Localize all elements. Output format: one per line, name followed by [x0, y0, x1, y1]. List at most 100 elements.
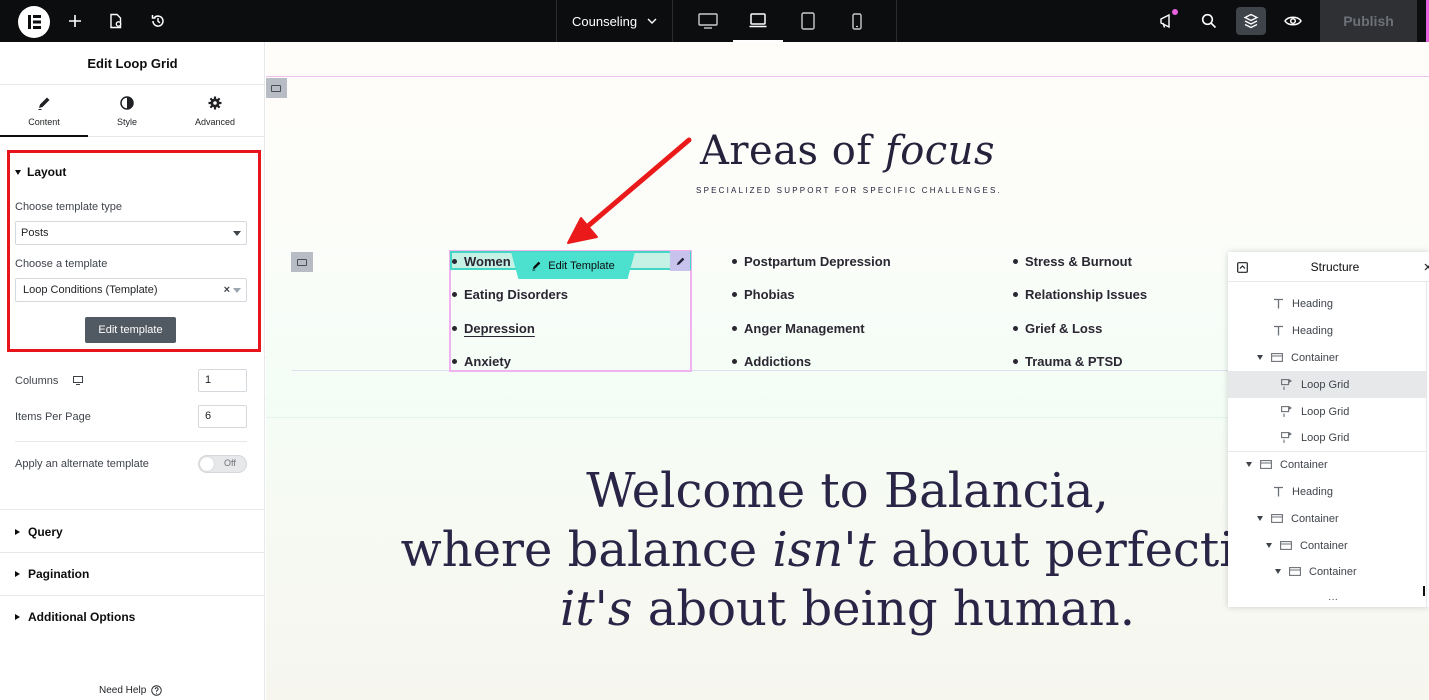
template-value: Loop Conditions (Template)	[23, 284, 158, 296]
more-items-icon: ···	[1328, 594, 1338, 605]
publish-options-edge	[1418, 0, 1429, 42]
query-heading: Query	[28, 525, 63, 539]
container-icon	[1280, 540, 1292, 552]
publish-button[interactable]: Publish	[1320, 0, 1417, 42]
clear-selection-icon[interactable]: ×	[224, 279, 230, 301]
structure-scroll-edge	[1426, 282, 1427, 607]
divider	[0, 509, 265, 510]
laptop-view-icon[interactable]	[733, 0, 783, 42]
notification-dot	[1172, 9, 1178, 15]
help-circle-icon	[151, 685, 162, 696]
structure-item-container[interactable]: Container	[1228, 558, 1426, 585]
tab-style[interactable]: Style	[83, 85, 171, 137]
tab-content-label: Content	[28, 117, 60, 127]
responsive-desktop-icon[interactable]	[73, 376, 84, 385]
divider	[0, 595, 265, 596]
heading-icon	[1272, 298, 1284, 310]
top-bar: Counseling Publish	[0, 0, 1429, 42]
template-type-label: Choose template type	[15, 201, 123, 213]
template-type-value: Posts	[21, 227, 49, 239]
template-label: Choose a template	[15, 258, 108, 270]
structure-item-loop-grid[interactable]: Loop Grid	[1228, 425, 1426, 452]
scrollbar[interactable]	[1423, 586, 1425, 596]
loop-grid-icon	[1281, 405, 1293, 418]
container-icon	[1260, 459, 1272, 471]
desktop-view-icon[interactable]	[683, 0, 733, 42]
tab-advanced[interactable]: Advanced	[171, 85, 259, 137]
loop-grid-icon	[1281, 432, 1293, 444]
structure-panel: Structure Heading Heading Container Loop…	[1228, 252, 1429, 607]
add-element-icon[interactable]	[62, 8, 88, 34]
structure-item-loop-grid-selected[interactable]: Loop Grid	[1228, 371, 1426, 398]
structure-item-container[interactable]: Container	[1228, 532, 1426, 559]
container-icon	[1271, 352, 1283, 364]
structure-item-loop-grid[interactable]: Loop Grid	[1228, 398, 1426, 425]
structure-item-heading[interactable]: Heading	[1228, 478, 1426, 505]
alternate-template-toggle[interactable]: Off	[198, 455, 247, 473]
tab-advanced-label: Advanced	[194, 117, 236, 127]
structure-item-heading[interactable]: Heading	[1228, 290, 1426, 317]
divider	[0, 552, 265, 553]
structure-item-heading[interactable]: Heading	[1228, 317, 1426, 344]
layout-section-toggle[interactable]: Layout	[15, 165, 66, 179]
alternate-template-label: Apply an alternate template	[15, 458, 149, 470]
pagination-section-toggle[interactable]: Pagination	[15, 567, 89, 581]
pencil-icon	[38, 97, 50, 110]
container-icon	[1271, 513, 1283, 525]
gear-icon	[208, 96, 222, 110]
caret-right-icon	[15, 571, 20, 577]
items-per-page-label: Items Per Page	[15, 411, 91, 423]
template-select[interactable]: Loop Conditions (Template) ×	[15, 278, 247, 302]
page-selector[interactable]: Counseling	[572, 0, 657, 42]
half-circle-icon	[120, 96, 134, 110]
divider	[15, 441, 247, 442]
search-icon[interactable]	[1196, 8, 1222, 34]
template-type-select[interactable]: Posts	[15, 221, 247, 245]
additional-options-section-toggle[interactable]: Additional Options	[15, 610, 135, 624]
panel-title: Edit Loop Grid	[0, 42, 265, 85]
layout-heading: Layout	[27, 165, 67, 179]
structure-item-container[interactable]: Container	[1228, 451, 1426, 478]
items-per-page-input[interactable]: 6	[198, 405, 247, 428]
heading-icon	[1272, 325, 1284, 337]
close-icon[interactable]	[1424, 263, 1429, 271]
page-settings-icon[interactable]	[103, 8, 129, 34]
query-section-toggle[interactable]: Query	[15, 525, 63, 539]
tab-content[interactable]: Content	[0, 85, 88, 137]
toggle-knob	[200, 457, 214, 471]
elementor-logo-icon[interactable]	[18, 6, 50, 38]
select-arrow-icon	[233, 288, 241, 293]
preview-eye-icon[interactable]	[1280, 8, 1306, 34]
page-name: Counseling	[572, 13, 638, 29]
history-icon[interactable]	[145, 8, 171, 34]
tablet-view-icon[interactable]	[783, 0, 833, 42]
need-help-label: Need Help	[99, 685, 147, 696]
structure-title: Structure	[1310, 260, 1360, 274]
caret-down-icon	[1275, 569, 1281, 574]
structure-item-container[interactable]: Container	[1228, 344, 1426, 371]
panel-tabs: Content Style Advanced	[0, 85, 265, 137]
chevron-down-icon	[647, 18, 657, 24]
tab-style-label: Style	[116, 117, 137, 127]
mobile-view-icon[interactable]	[832, 0, 882, 42]
structure-layers-icon[interactable]	[1236, 7, 1266, 35]
pagination-heading: Pagination	[28, 567, 90, 581]
heading-icon	[1272, 486, 1284, 498]
caret-down-icon	[15, 169, 21, 175]
columns-input[interactable]: 1	[198, 369, 247, 392]
loop-grid-icon	[1281, 378, 1293, 391]
structure-item-container[interactable]: Container	[1228, 505, 1426, 532]
structure-header: Structure	[1228, 252, 1429, 282]
container-icon	[1289, 566, 1301, 578]
caret-right-icon	[15, 529, 20, 535]
caret-down-icon	[1257, 516, 1263, 521]
edit-template-button[interactable]: Edit template	[85, 317, 176, 343]
toggle-text: Off	[224, 458, 236, 468]
caret-down-icon	[1246, 462, 1252, 467]
caret-right-icon	[15, 614, 20, 620]
need-help-link[interactable]: Need Help	[99, 685, 162, 696]
columns-label: Columns	[15, 375, 84, 387]
select-arrow-icon	[233, 231, 241, 236]
additional-options-heading: Additional Options	[28, 610, 136, 624]
caret-down-icon	[1257, 355, 1263, 360]
